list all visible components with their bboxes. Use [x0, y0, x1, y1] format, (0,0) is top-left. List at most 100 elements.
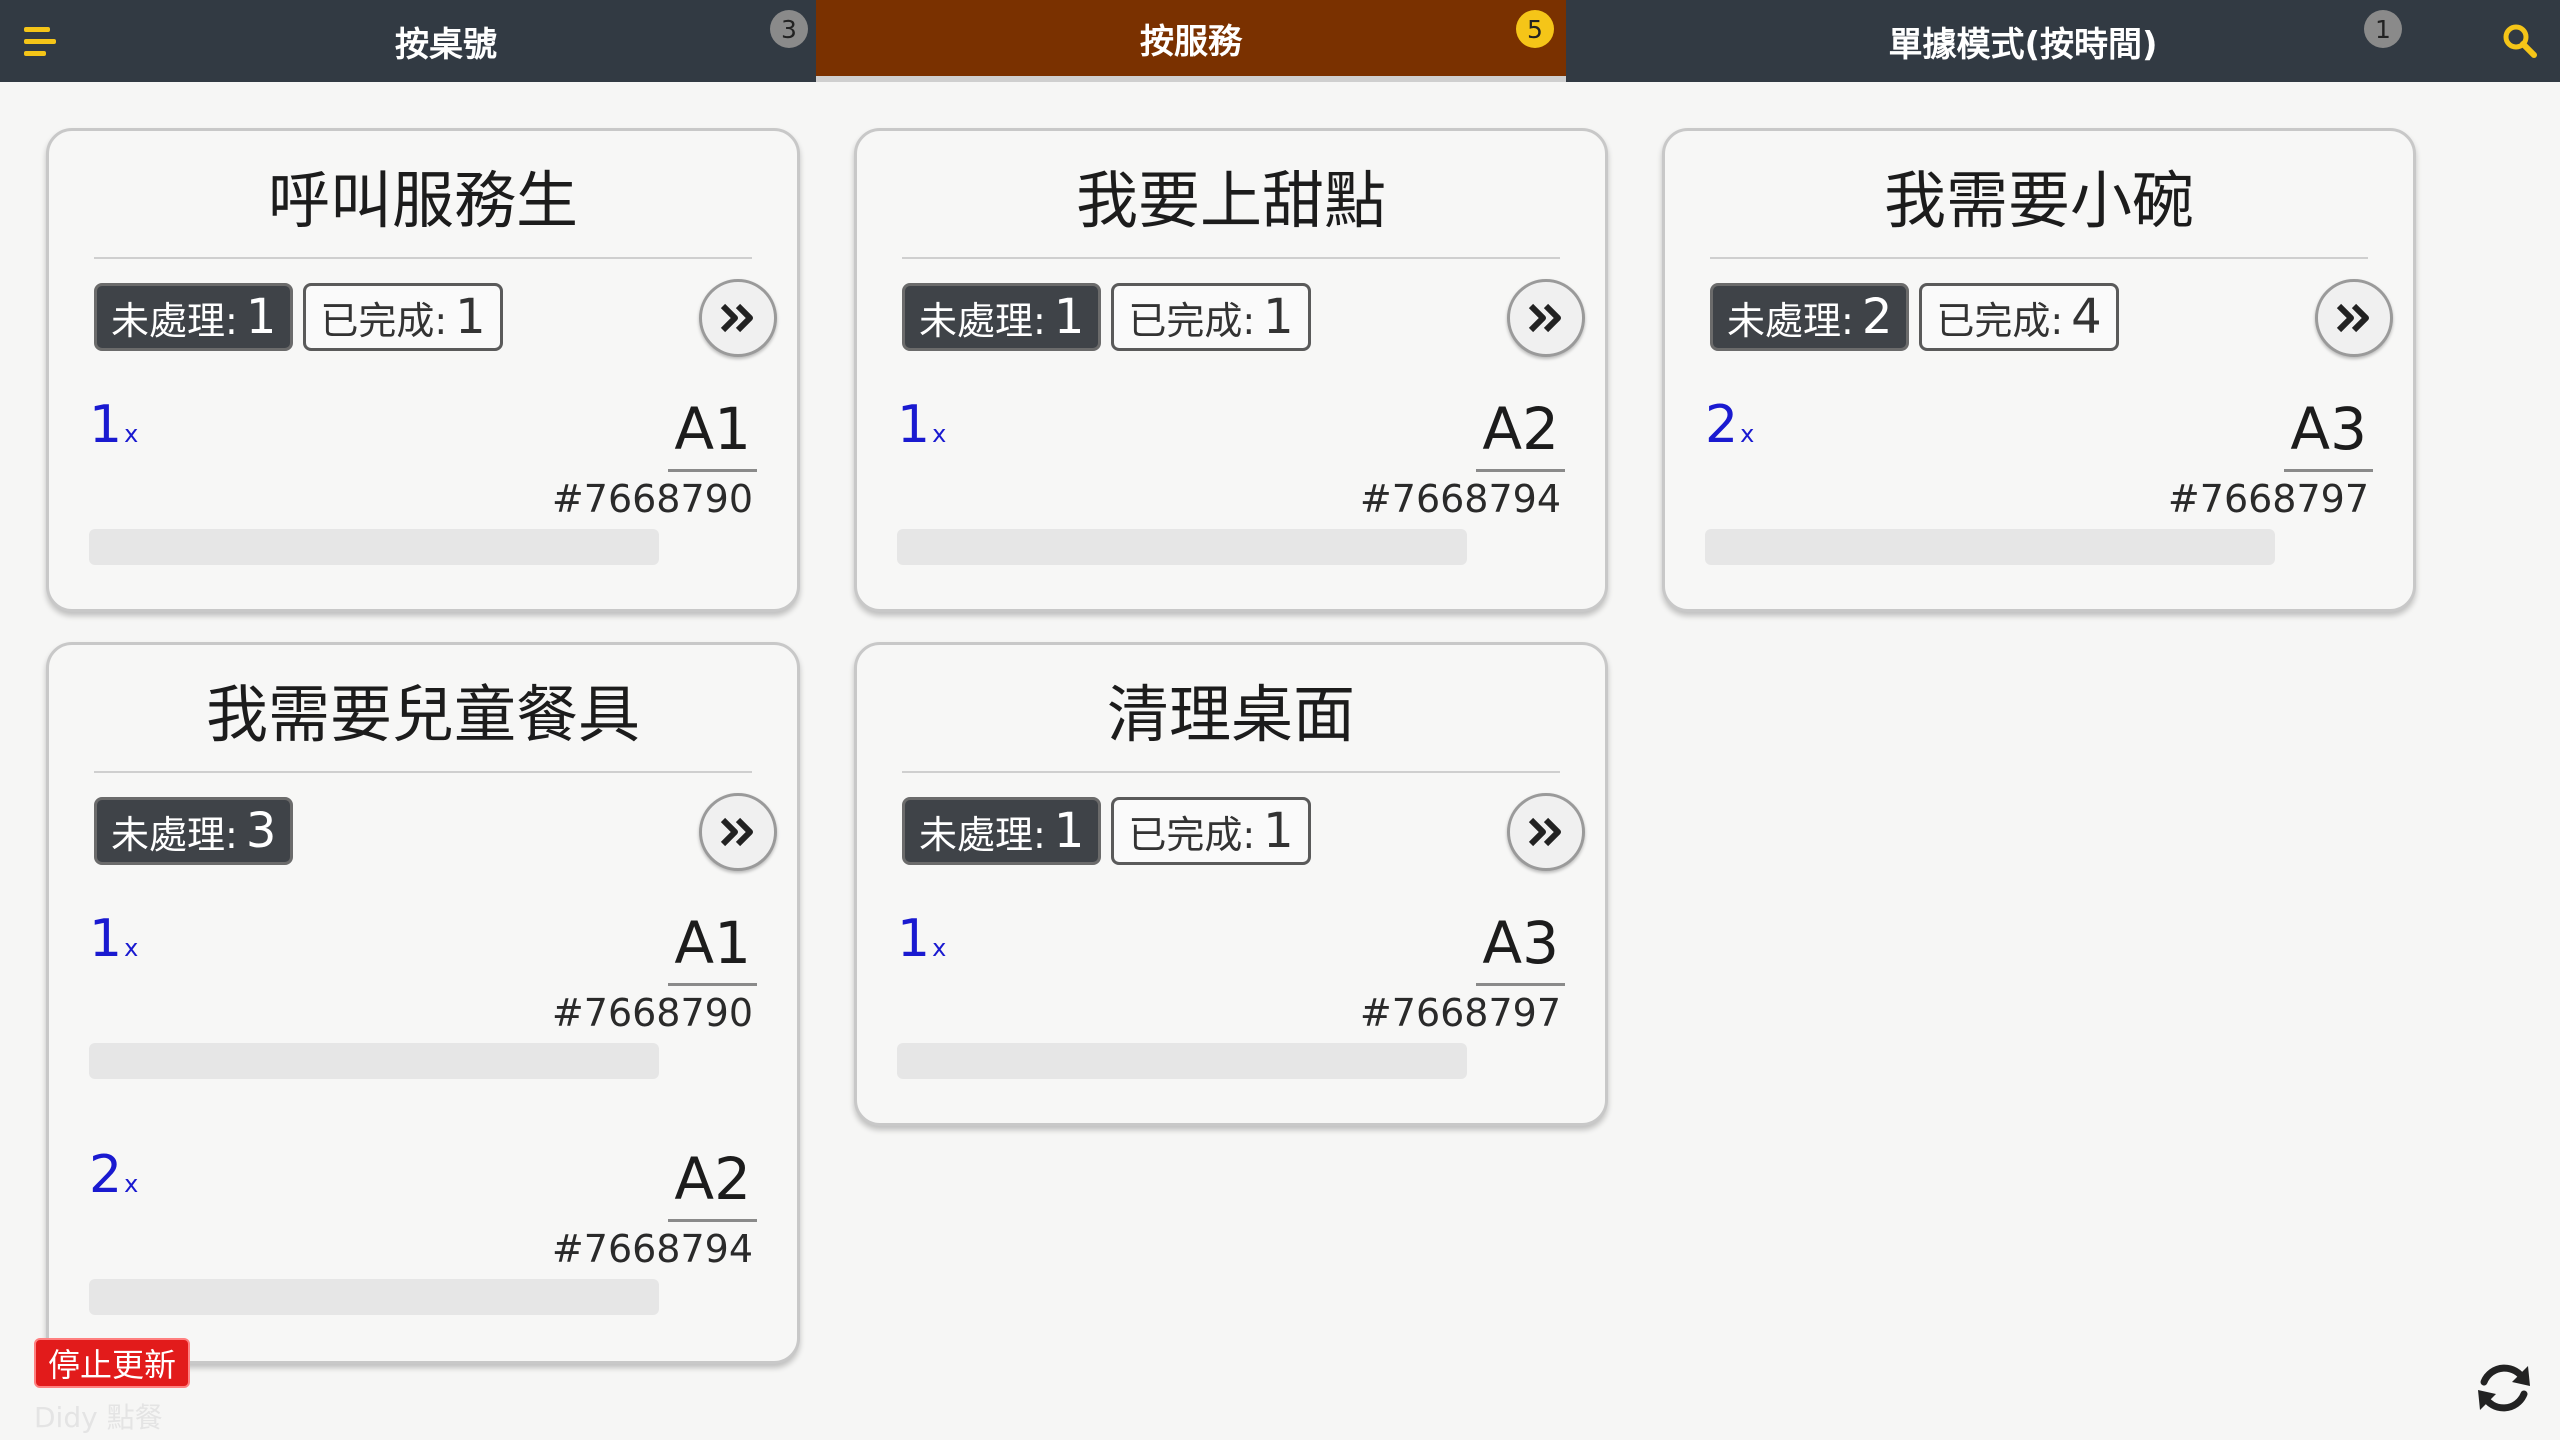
pending-count-badge[interactable]: 未處理: 1 — [902, 283, 1102, 351]
pending-count: 1 — [245, 289, 277, 345]
table-number: A3 — [2284, 395, 2373, 472]
status-row: 未處理: 1 已完成: 1 — [902, 797, 1311, 865]
service-title: 我需要兒童餐具 — [94, 673, 752, 773]
quantity-suffix: x — [124, 934, 139, 962]
quantity-value: 1 — [89, 395, 123, 455]
quantity: 2x — [89, 1145, 138, 1214]
double-chevron-right-icon[interactable] — [699, 279, 777, 357]
done-label: 已完成: — [1128, 812, 1256, 857]
tab-label: 按桌號 — [395, 24, 497, 65]
done-count-badge[interactable]: 已完成: 4 — [1919, 283, 2119, 351]
service-title: 清理桌面 — [902, 673, 1560, 773]
quantity-suffix: x — [932, 934, 947, 962]
quantity: 1x — [89, 909, 138, 978]
double-chevron-right-icon[interactable] — [2315, 279, 2393, 357]
double-chevron-right-icon[interactable] — [1507, 793, 1585, 871]
pending-count: 1 — [1053, 289, 1085, 345]
status-row: 未處理: 1 已完成: 1 — [902, 283, 1311, 351]
pending-label: 未處理: — [1727, 298, 1854, 343]
done-count: 1 — [1263, 803, 1294, 859]
progress-bar — [897, 1043, 1467, 1079]
pending-count: 1 — [1053, 803, 1085, 859]
quantity-value: 2 — [1705, 395, 1739, 455]
service-card: 我要上甜點 未處理: 1 已完成: 1 1x A2 #7668794 — [854, 128, 1608, 612]
top-nav-bar: 按桌號 3 按服務 5 單據模式(按時間) 1 — [0, 0, 2560, 82]
done-count: 1 — [1263, 289, 1294, 345]
order-number: #7668790 — [551, 991, 753, 1035]
stop-update-button[interactable]: 停止更新 — [34, 1338, 191, 1388]
progress-bar — [897, 529, 1467, 565]
menu-icon[interactable] — [0, 0, 76, 82]
quantity-suffix: x — [932, 420, 947, 448]
search-icon[interactable] — [2480, 0, 2560, 82]
status-row: 未處理: 1 已完成: 1 — [94, 283, 503, 351]
tab-count-badge: 5 — [1516, 10, 1554, 48]
quantity: 1x — [897, 395, 946, 464]
pending-label: 未處理: — [919, 812, 1046, 857]
quantity-value: 1 — [897, 909, 931, 969]
progress-bar — [89, 529, 659, 565]
status-row: 未處理: 3 — [94, 797, 294, 865]
done-label: 已完成: — [1128, 298, 1256, 343]
service-card: 我需要兒童餐具 未處理: 3 1x A1 #7668790 2x A2 #7668… — [46, 642, 800, 1364]
status-row: 未處理: 2 已完成: 4 — [1710, 283, 2119, 351]
pending-count-badge[interactable]: 未處理: 3 — [94, 797, 294, 865]
list-item[interactable]: 1x A1 #7668790 — [49, 395, 797, 595]
pending-count-badge[interactable]: 未處理: 1 — [94, 283, 294, 351]
list-item[interactable]: 1x A2 #7668794 — [857, 395, 1605, 595]
service-title: 我需要小碗 — [1710, 159, 2368, 259]
table-number: A3 — [1476, 909, 1565, 986]
double-chevron-right-icon[interactable] — [699, 793, 777, 871]
tab-receipt-mode[interactable]: 單據模式(按時間) 1 — [1566, 0, 2480, 82]
service-title: 我要上甜點 — [902, 159, 1560, 259]
done-label: 已完成: — [320, 298, 448, 343]
order-number: #7668794 — [551, 1227, 753, 1271]
quantity-value: 2 — [89, 1145, 123, 1205]
refresh-icon[interactable] — [2468, 1352, 2540, 1424]
pending-count-badge[interactable]: 未處理: 1 — [902, 797, 1102, 865]
list-item[interactable]: 1x A3 #7668797 — [857, 909, 1605, 1109]
pending-label: 未處理: — [111, 298, 238, 343]
order-number: #7668797 — [1359, 991, 1561, 1035]
service-title: 呼叫服務生 — [94, 159, 752, 259]
quantity: 1x — [897, 909, 946, 978]
quantity-value: 1 — [897, 395, 931, 455]
quantity: 1x — [89, 395, 138, 464]
order-number: #7668797 — [2167, 477, 2369, 521]
double-chevron-right-icon[interactable] — [1507, 279, 1585, 357]
order-number: #7668790 — [551, 477, 753, 521]
service-card: 呼叫服務生 未處理: 1 已完成: 1 1x A1 #7668790 — [46, 128, 800, 612]
table-number: A1 — [668, 395, 757, 472]
tab-count-badge: 1 — [2364, 10, 2402, 48]
quantity: 2x — [1705, 395, 1754, 464]
service-card: 清理桌面 未處理: 1 已完成: 1 1x A3 #7668797 — [854, 642, 1608, 1126]
done-count: 1 — [455, 289, 486, 345]
quantity-suffix: x — [124, 420, 139, 448]
pending-label: 未處理: — [919, 298, 1046, 343]
list-item[interactable]: 2x A2 #7668794 — [49, 1145, 797, 1345]
done-label: 已完成: — [1936, 298, 2064, 343]
tab-label: 單據模式(按時間) — [1888, 24, 2158, 65]
done-count-badge[interactable]: 已完成: 1 — [303, 283, 503, 351]
progress-bar — [89, 1043, 659, 1079]
pending-count-badge[interactable]: 未處理: 2 — [1710, 283, 1910, 351]
tab-by-service[interactable]: 按服務 5 — [816, 0, 1566, 82]
order-number: #7668794 — [1359, 477, 1561, 521]
done-count: 4 — [2071, 289, 2102, 345]
table-number: A1 — [668, 909, 757, 986]
quantity-suffix: x — [124, 1170, 139, 1198]
tab-count-badge: 3 — [770, 10, 808, 48]
tab-by-table[interactable]: 按桌號 3 — [76, 0, 816, 82]
progress-bar — [89, 1279, 659, 1315]
table-number: A2 — [1476, 395, 1565, 472]
done-count-badge[interactable]: 已完成: 1 — [1111, 283, 1311, 351]
watermark: Didy 點餐 — [34, 1401, 163, 1434]
pending-count: 3 — [245, 803, 277, 859]
done-count-badge[interactable]: 已完成: 1 — [1111, 797, 1311, 865]
tab-label: 按服務 — [1140, 21, 1242, 62]
table-number: A2 — [668, 1145, 757, 1222]
list-item[interactable]: 1x A1 #7668790 — [49, 909, 797, 1109]
list-item[interactable]: 2x A3 #7668797 — [1665, 395, 2413, 595]
pending-count: 2 — [1861, 289, 1893, 345]
quantity-value: 1 — [89, 909, 123, 969]
